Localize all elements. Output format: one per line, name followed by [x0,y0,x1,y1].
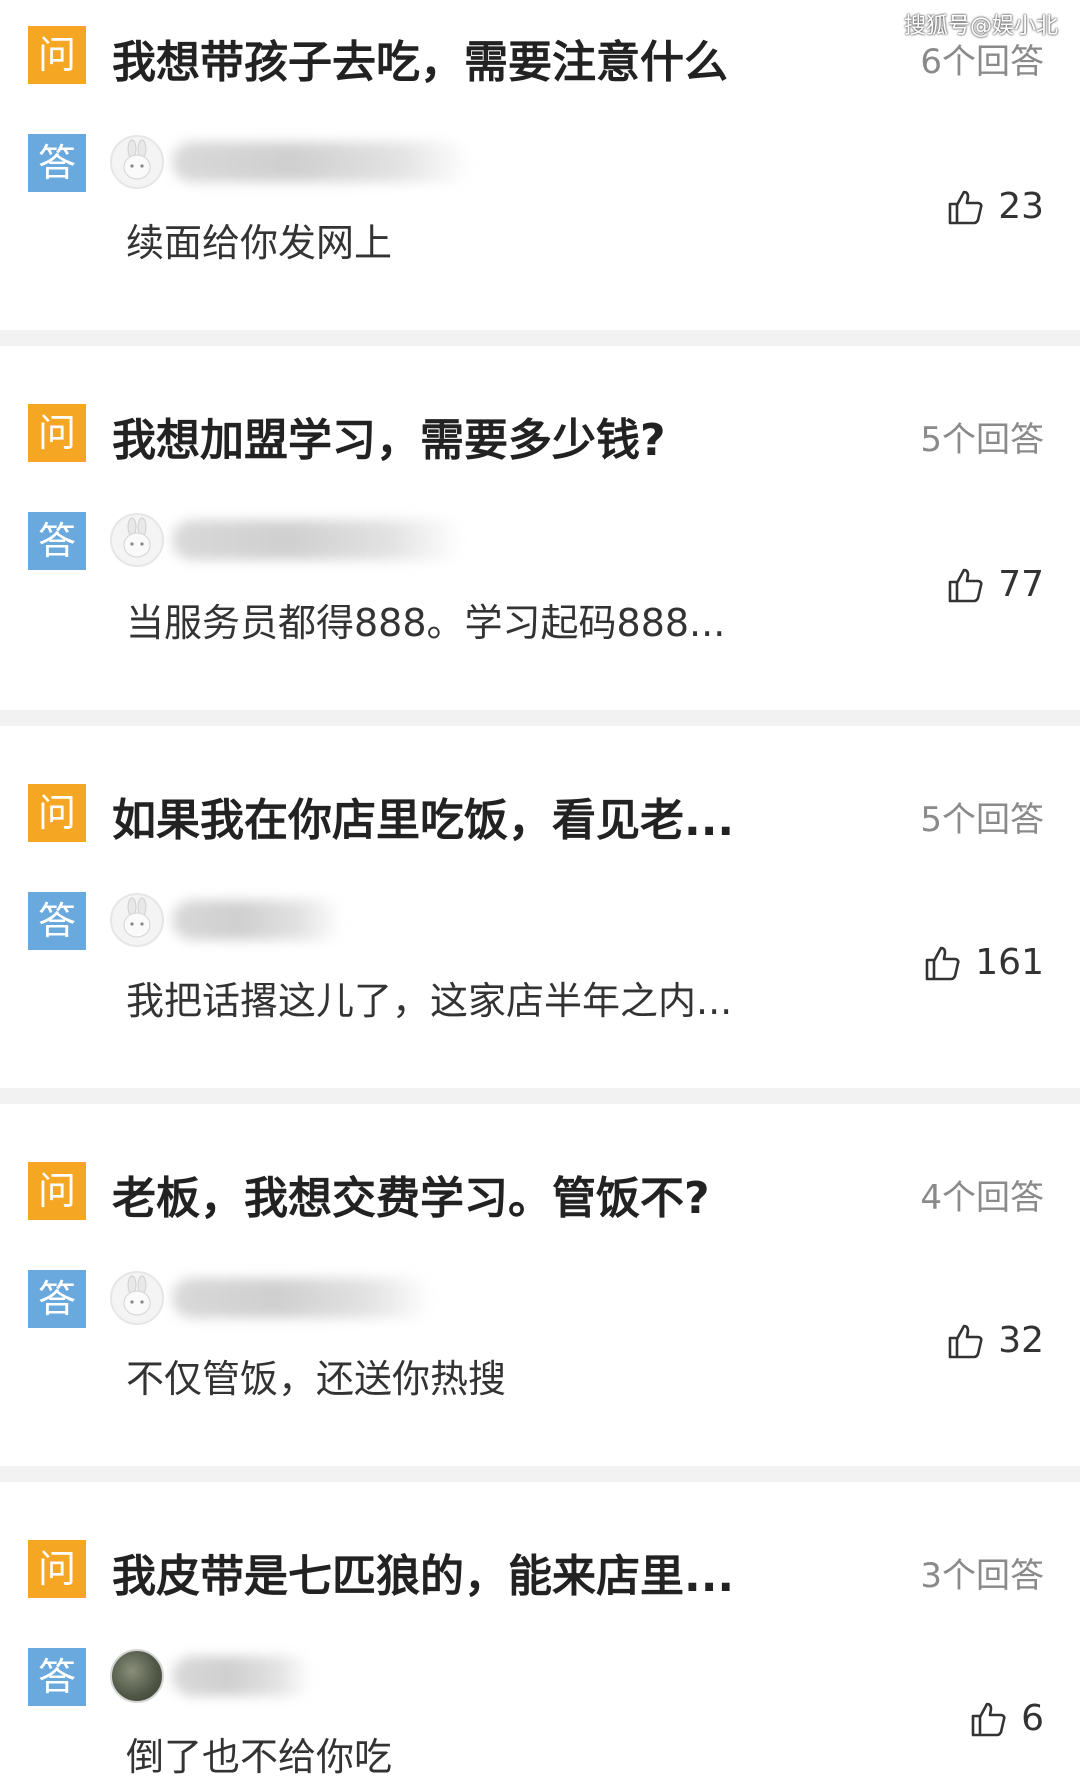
answer-count[interactable]: 6个回答 [920,34,1044,83]
thumbs-up-icon [948,190,983,224]
thumbs-up-icon [948,568,983,602]
like-button[interactable]: 6 [969,1698,1044,1739]
answer-badge: 答 [28,1270,86,1328]
qa-card[interactable]: 问 如果我在你店里吃饭，看见老... 5个回答 答 我把话撂这儿了，这家店半年之… [0,726,1080,1088]
avatar[interactable] [110,1649,164,1703]
thumbs-up-icon [925,946,960,980]
question-title[interactable]: 我想加盟学习，需要多少钱? [112,404,666,468]
question-badge: 问 [28,784,86,842]
qa-card[interactable]: 问 我想加盟学习，需要多少钱? 5个回答 答 当服务员都得888。学习起码888… [0,346,1080,710]
like-button[interactable]: 77 [946,564,1044,605]
question-title[interactable]: 老板，我想交费学习。管饭不? [112,1162,710,1226]
bunny-avatar-icon [123,139,151,180]
answer-text[interactable]: 当服务员都得888。学习起码888... [126,592,725,647]
bunny-avatar-icon [123,517,151,558]
username-blurred [172,520,462,560]
answer-count[interactable]: 3个回答 [920,1548,1044,1597]
question-title[interactable]: 如果我在你店里吃饭，看见老... [112,784,734,848]
qa-card[interactable]: 问 我想带孩子去吃，需要注意什么 6个回答 答 续面给你发网上 23 [0,0,1080,330]
question-title[interactable]: 我皮带是七匹狼的，能来店里... [112,1540,734,1604]
like-button[interactable]: 23 [946,186,1044,227]
question-badge: 问 [28,1162,86,1220]
answer-text[interactable]: 我把话撂这儿了，这家店半年之内... [126,970,732,1025]
question-title[interactable]: 我想带孩子去吃，需要注意什么 [112,26,728,90]
qa-card[interactable]: 问 老板，我想交费学习。管饭不? 4个回答 答 不仅管饭，还送你热搜 32 [0,1104,1080,1466]
answer-badge: 答 [28,134,86,192]
bunny-avatar-icon [123,1275,151,1316]
qa-list-page: 搜狐号@娱小北 问 我想带孩子去吃，需要注意什么 6个回答 答 续面给你发网上 … [0,0,1080,1784]
answer-badge: 答 [28,512,86,570]
answer-count[interactable]: 4个回答 [920,1170,1044,1219]
question-badge: 问 [28,26,86,84]
like-button[interactable]: 161 [923,942,1044,983]
question-badge: 问 [28,1540,86,1598]
answer-text[interactable]: 续面给你发网上 [126,212,392,267]
like-count: 6 [1021,1698,1044,1739]
avatar[interactable] [110,893,164,947]
like-count: 77 [998,564,1044,605]
qa-card[interactable]: 问 我皮带是七匹狼的，能来店里... 3个回答 答 倒了也不给你吃 6 [0,1482,1080,1784]
username-blurred [172,142,472,182]
username-blurred [172,1278,432,1318]
answer-text[interactable]: 不仅管饭，还送你热搜 [126,1348,506,1403]
avatar[interactable] [110,513,164,567]
avatar[interactable] [110,1271,164,1325]
bunny-avatar-icon [123,897,151,938]
username-blurred [172,900,342,940]
answer-count[interactable]: 5个回答 [920,792,1044,841]
thumbs-up-icon [948,1324,983,1358]
answer-text[interactable]: 倒了也不给你吃 [126,1726,392,1781]
answer-count[interactable]: 5个回答 [920,412,1044,461]
like-button[interactable]: 32 [946,1320,1044,1361]
answer-badge: 答 [28,1648,86,1706]
thumbs-up-icon [971,1702,1006,1736]
username-blurred [172,1656,312,1696]
like-count: 23 [998,186,1044,227]
answer-badge: 答 [28,892,86,950]
watermark: 搜狐号@娱小北 [903,14,1058,39]
like-count: 32 [998,1320,1044,1361]
avatar[interactable] [110,135,164,189]
question-badge: 问 [28,404,86,462]
like-count: 161 [975,942,1044,983]
